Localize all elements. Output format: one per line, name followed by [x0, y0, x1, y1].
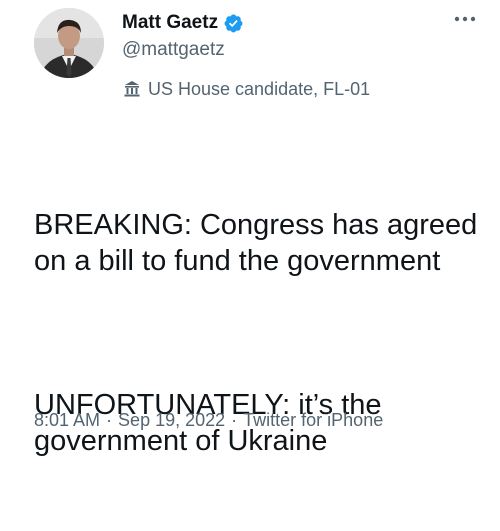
display-name[interactable]: Matt Gaetz	[122, 11, 218, 35]
account-label: US House candidate, FL-01	[122, 77, 370, 101]
tweet: Matt Gaetz @mattgaetz US House candidate…	[0, 0, 500, 457]
tweet-source[interactable]: Twitter for iPhone	[243, 408, 383, 432]
tweet-metadata: 8:01 AM · Sep 19, 2022 · Twitter for iPh…	[34, 408, 383, 432]
tweet-text: BREAKING: Congress has agreed on a bill …	[34, 135, 484, 531]
user-handle[interactable]: @mattgaetz	[122, 38, 225, 62]
avatar[interactable]	[34, 8, 104, 78]
verified-badge-icon	[223, 13, 244, 34]
name-row: Matt Gaetz	[122, 10, 244, 36]
account-label-text: US House candidate, FL-01	[148, 79, 371, 99]
tweet-paragraph: BREAKING: Congress has agreed on a bill …	[34, 209, 486, 277]
avatar-photo	[34, 8, 104, 78]
tweet-timestamp-time[interactable]: 8:01 AM	[34, 408, 100, 432]
government-building-icon	[122, 79, 142, 99]
tweet-timestamp-date[interactable]: Sep 19, 2022	[118, 408, 225, 432]
more-options-icon[interactable]	[450, 6, 480, 32]
separator: ·	[231, 410, 238, 430]
separator: ·	[106, 410, 113, 430]
